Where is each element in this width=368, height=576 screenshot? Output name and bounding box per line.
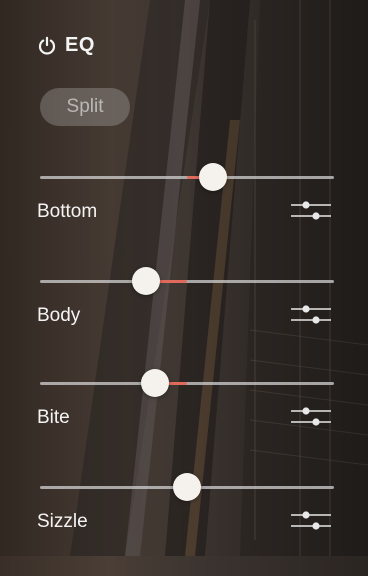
adjust-icon[interactable] [289, 506, 333, 536]
adjust-icon[interactable] [289, 300, 333, 330]
band-label: Bottom [37, 201, 98, 222]
adjust-icon[interactable] [289, 402, 333, 432]
adjust-icon[interactable] [289, 196, 333, 226]
power-icon[interactable] [37, 36, 57, 56]
eq-band-bite: Bite [0, 369, 368, 472]
split-button[interactable]: Split [40, 88, 130, 126]
slider-thumb[interactable] [140, 369, 169, 397]
eq-band-body: Body [0, 267, 368, 370]
eq-band-bottom: Bottom [0, 163, 368, 266]
eq-band-sizzle: Sizzle [0, 473, 368, 576]
slider-thumb[interactable] [199, 163, 228, 191]
slider-track[interactable] [40, 280, 334, 283]
slider-track[interactable] [40, 382, 334, 385]
band-label: Sizzle [37, 511, 88, 532]
eq-header: EQ [37, 34, 95, 57]
slider-thumb[interactable] [131, 267, 160, 295]
page-title: EQ [65, 34, 95, 56]
band-label: Body [37, 305, 81, 326]
slider-thumb[interactable] [173, 473, 201, 501]
band-label: Bite [37, 407, 70, 428]
